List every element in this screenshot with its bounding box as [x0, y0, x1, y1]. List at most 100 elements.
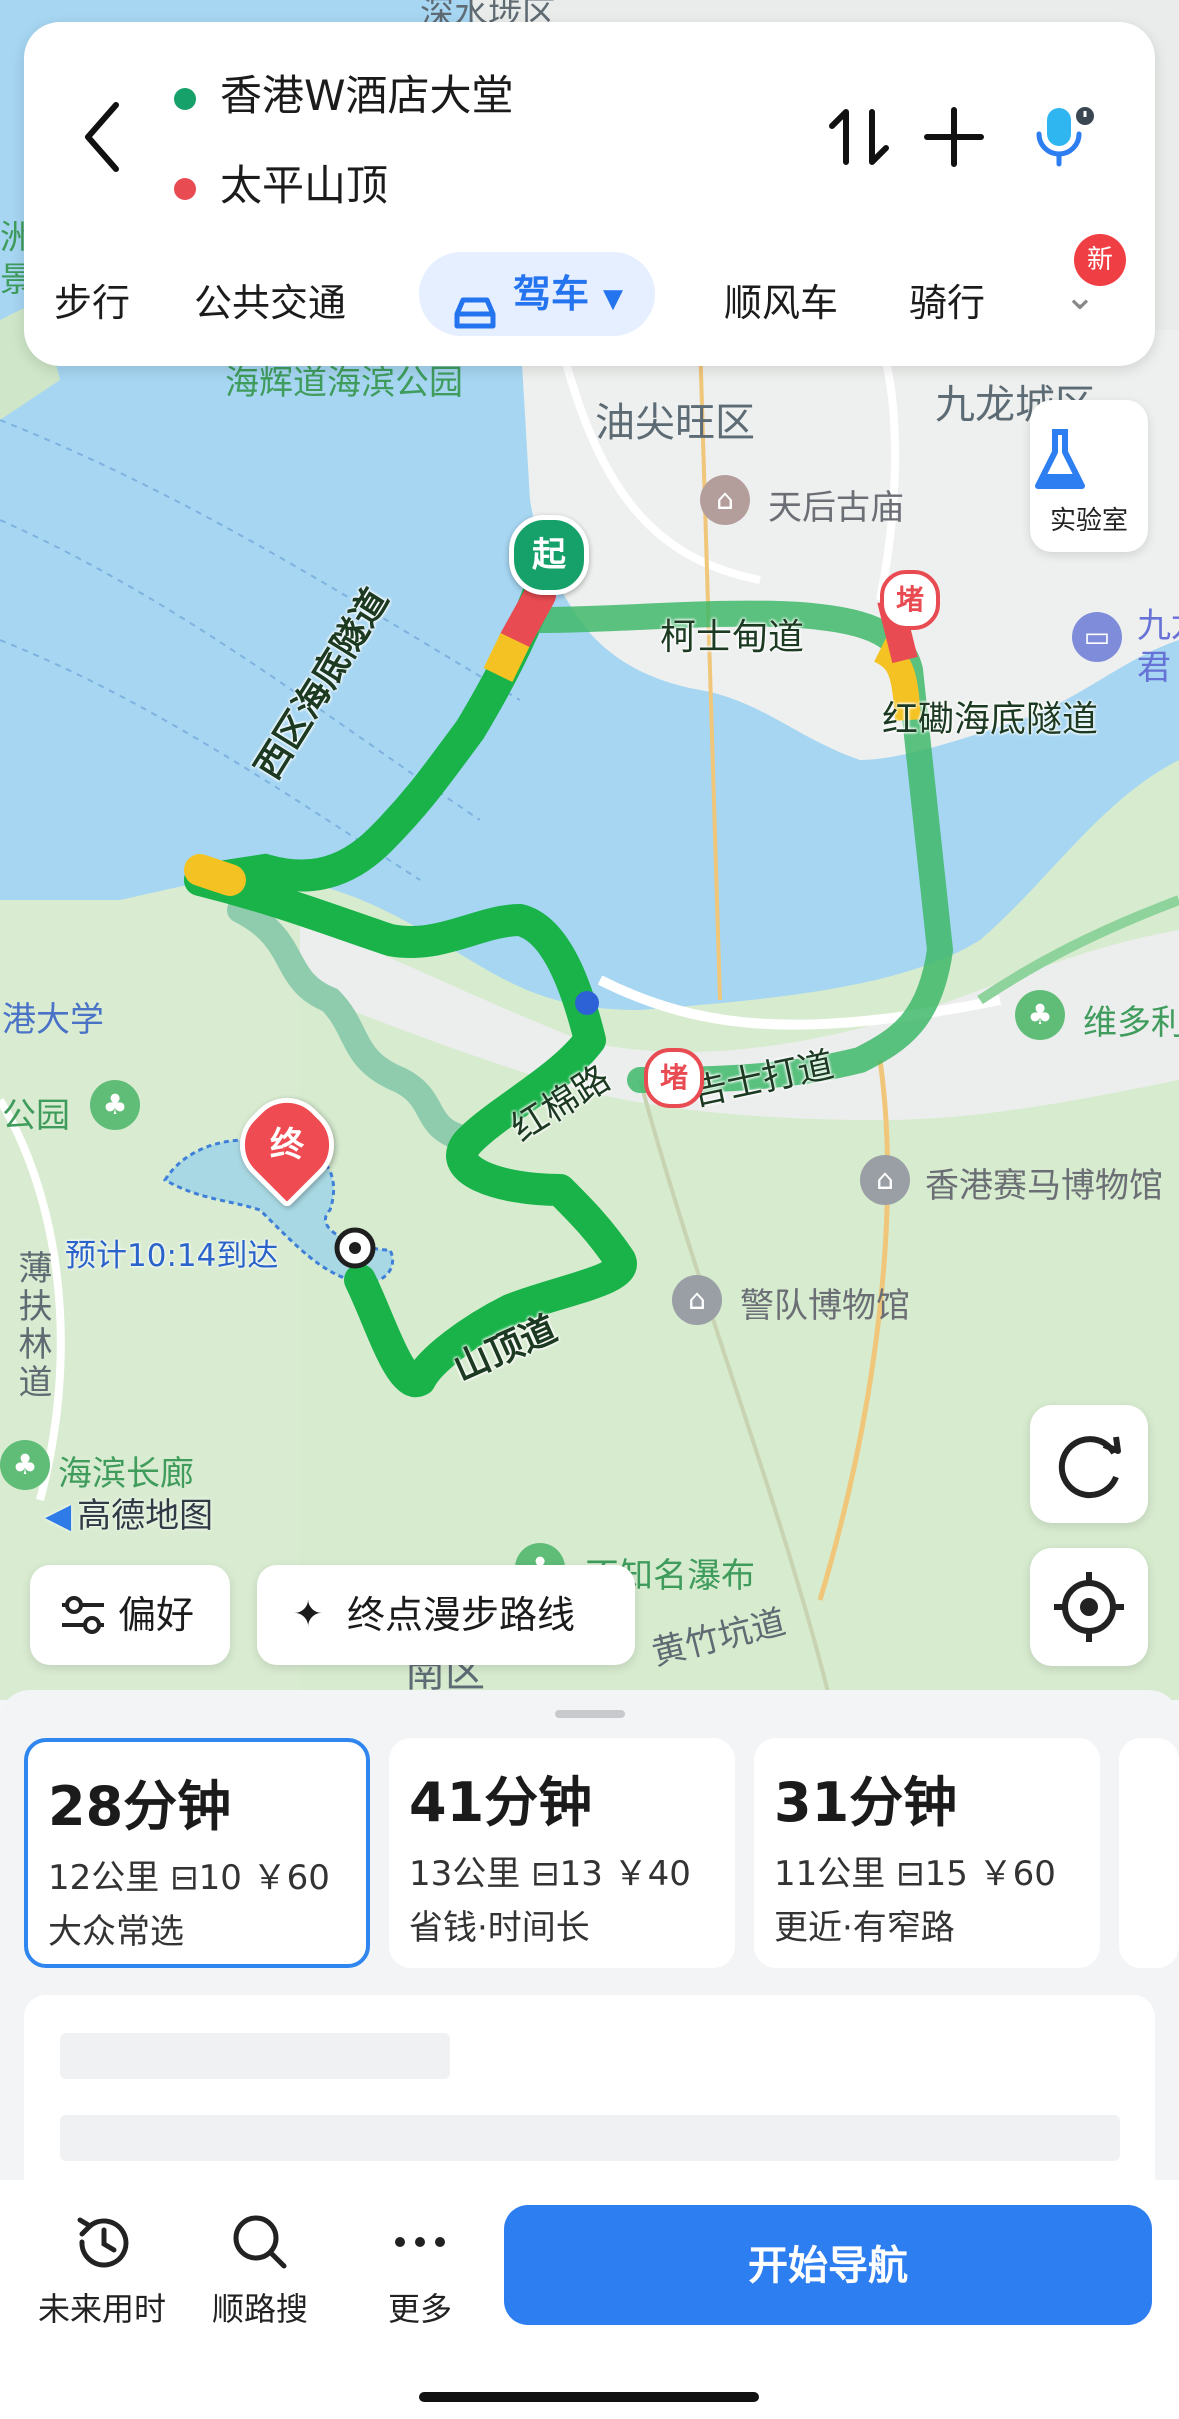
park-icon: ♣ — [90, 1080, 140, 1130]
search-icon — [233, 2215, 287, 2269]
back-icon[interactable] — [74, 97, 134, 177]
traffic-light-icon: ⊟ — [531, 1854, 560, 1894]
destination-dot — [174, 177, 196, 200]
map-label-park: 公园 — [2, 1096, 70, 1136]
origin-text: 香港W酒店大堂 — [220, 71, 514, 120]
locate-icon — [1054, 1572, 1124, 1642]
traffic-light-icon: ⊟ — [170, 1858, 199, 1898]
route-distance: 11公里 — [774, 1854, 886, 1894]
logo-arrow-icon: ◀ — [45, 1496, 72, 1536]
tab-carpool[interactable]: 顺风车 — [724, 272, 838, 327]
destination-row[interactable]: 太平山顶 — [174, 152, 388, 213]
route-tag: 大众常选 — [48, 1912, 184, 1952]
transport-mode-tabs: 步行 公共交通 驾车 ▼ 顺风车 骑行 ⌄ 新 — [24, 234, 1155, 342]
route-distance: 13公里 — [409, 1854, 521, 1894]
origin-dot — [174, 87, 196, 110]
lab-button[interactable]: 实验室 — [1030, 400, 1148, 552]
sparkle-icon: ✦ — [293, 1594, 324, 1635]
tab-transit[interactable]: 公共交通 — [194, 272, 346, 327]
flask-icon — [1035, 429, 1085, 489]
skeleton-line — [60, 2033, 450, 2079]
locate-button[interactable] — [1030, 1548, 1148, 1666]
voice-icon[interactable] — [1029, 102, 1099, 172]
tab-drive-label: 驾车 — [513, 272, 590, 316]
road-label: 柯士甸道 — [660, 617, 805, 658]
route-meta: 12公里 ⊟10 ￥60 — [48, 1850, 330, 1899]
logo-text: 高德地图 — [77, 1496, 214, 1536]
preference-button[interactable]: 偏好 — [30, 1565, 230, 1665]
tab-walk[interactable]: 步行 — [54, 272, 130, 327]
new-badge: 新 — [1074, 234, 1126, 286]
road-label-tunnel: 红磡海底隧道 — [882, 699, 1099, 740]
route-time: 31分钟 — [774, 1771, 958, 1834]
route-cost: ￥60 — [978, 1854, 1056, 1894]
map-label-road: 薄扶林道 — [12, 1250, 52, 1402]
route-distance: 12公里 — [48, 1858, 160, 1898]
route-option-card-partial[interactable] — [1119, 1738, 1179, 1968]
end-marker-label: 终 — [270, 1125, 304, 1165]
route-cost: ￥60 — [252, 1858, 330, 1898]
map-label-poi: 天后古庙 — [768, 488, 904, 528]
amap-logo: ◀ 高德地图 — [45, 1488, 213, 1537]
bottom-action-bar: 未来用时 顺路搜 更多 开始导航 — [0, 2180, 1179, 2419]
route-lights: 10 — [198, 1858, 242, 1898]
route-lights: 15 — [924, 1854, 968, 1894]
route-lights: 13 — [559, 1854, 603, 1894]
map-label-poi: 港大学 — [2, 1000, 104, 1040]
start-marker[interactable]: 起 — [509, 515, 589, 595]
route-option-card[interactable]: 31分钟 11公里 ⊟15 ￥60 更近·有窄路 — [754, 1738, 1100, 1968]
preference-label: 偏好 — [118, 1593, 195, 1637]
more-button[interactable]: 更多 — [360, 2210, 480, 2330]
route-cost: ￥40 — [613, 1854, 691, 1894]
tab-bike[interactable]: 骑行 — [909, 272, 985, 327]
map-label-park: 维多利 — [1083, 1003, 1179, 1043]
clock-icon — [77, 2217, 129, 2268]
museum-icon: ⌂ — [672, 1275, 722, 1325]
route-header: 香港W酒店大堂 太平山顶 步行 公共交通 驾车 ▼ 顺风车 骑行 ⌄ 新 — [24, 22, 1155, 366]
eta-label: 预计10:14到达 — [65, 1238, 279, 1274]
lab-label: 实验室 — [1049, 506, 1128, 536]
route-meta: 11公里 ⊟15 ￥60 — [774, 1846, 1056, 1895]
along-search-label: 顺路搜 — [211, 2290, 308, 2328]
along-search-button[interactable]: 顺路搜 — [200, 2210, 320, 2330]
museum-icon: ⌂ — [860, 1155, 910, 1205]
route-option-card[interactable]: 28分钟 12公里 ⊟10 ￥60 大众常选 — [24, 1738, 370, 1968]
car-icon — [451, 277, 499, 328]
start-navigation-button[interactable]: 开始导航 — [504, 2205, 1152, 2325]
map-label-district: 油尖旺区 — [595, 400, 755, 446]
add-waypoint-icon[interactable] — [919, 102, 989, 172]
tab-drive[interactable]: 驾车 ▼ — [419, 252, 656, 336]
destination-text: 太平山顶 — [220, 161, 389, 210]
traffic-light-icon: ⊟ — [896, 1854, 925, 1894]
caret-down-icon: ▼ — [603, 284, 624, 314]
map-label-poi: 警队博物馆 — [740, 1286, 910, 1326]
future-time-label: 未来用时 — [37, 2290, 166, 2328]
route-meta: 13公里 ⊟13 ￥40 — [409, 1846, 691, 1895]
park-icon: ♣ — [1015, 990, 1065, 1040]
map-label-poi: 香港赛马博物馆 — [925, 1166, 1163, 1206]
hotel-icon: ▭ — [1072, 612, 1122, 662]
route-time: 41分钟 — [409, 1771, 593, 1834]
sliders-icon — [62, 1596, 104, 1634]
more-icon — [395, 2237, 445, 2247]
temple-icon: ⌂ — [700, 475, 750, 525]
home-indicator — [419, 2392, 759, 2402]
park-icon: ♣ — [0, 1440, 50, 1490]
walk-route-button[interactable]: ✦ 终点漫步路线 — [257, 1565, 635, 1665]
route-tag: 省钱·时间长 — [409, 1908, 590, 1948]
congestion-marker[interactable]: 堵 — [880, 570, 940, 630]
swap-icon[interactable] — [824, 102, 894, 172]
more-label: 更多 — [387, 2290, 452, 2328]
future-time-button[interactable]: 未来用时 — [32, 2210, 172, 2330]
origin-row[interactable]: 香港W酒店大堂 — [174, 62, 514, 123]
route-time: 28分钟 — [48, 1775, 232, 1838]
route-tag: 更近·有窄路 — [774, 1908, 955, 1948]
refresh-icon — [1058, 1436, 1121, 1499]
route-option-card[interactable]: 41分钟 13公里 ⊟13 ￥40 省钱·时间长 — [389, 1738, 735, 1968]
skeleton-line — [60, 2115, 1120, 2161]
sheet-handle[interactable] — [555, 1710, 625, 1718]
refresh-button[interactable] — [1030, 1405, 1148, 1523]
map-label-poi: 君 — [1137, 648, 1171, 688]
walk-route-label: 终点漫步路线 — [347, 1593, 576, 1637]
congestion-marker[interactable]: 堵 — [644, 1048, 704, 1108]
